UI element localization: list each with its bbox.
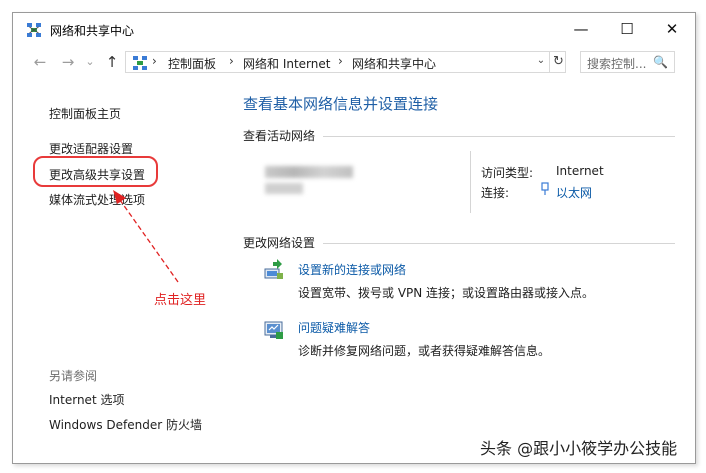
access-type-value: Internet — [556, 164, 604, 178]
troubleshoot-icon — [264, 321, 283, 339]
annotation-highlight-box — [33, 156, 158, 187]
active-networks-heading: 查看活动网络 — [243, 129, 316, 143]
sidebar-home[interactable]: 控制面板主页 — [49, 105, 121, 122]
breadcrumb-separator[interactable]: › — [229, 54, 234, 68]
change-settings-heading: 更改网络设置 — [243, 236, 316, 250]
page-title: 查看基本网络信息并设置连接 — [243, 95, 439, 113]
breadcrumb-control-panel[interactable]: 控制面板 — [168, 55, 216, 72]
search-icon[interactable]: 🔍 — [653, 55, 668, 69]
window-title: 网络和共享中心 — [50, 24, 135, 38]
sidebar-item-media-streaming[interactable]: 媒体流式处理选项 — [49, 191, 145, 208]
search-placeholder: 搜索控制... — [587, 57, 647, 71]
breadcrumb-sharing-center[interactable]: 网络和共享中心 — [352, 55, 436, 72]
see-also-heading: 另请参阅 — [49, 369, 98, 383]
recent-locations-icon[interactable]: ⌄ — [83, 53, 97, 71]
address-bar-row: ← → ⌄ ↑ › 控制面板 › 网络和 Internet › 网络和共享中心 … — [13, 47, 695, 77]
breadcrumb-separator[interactable]: › — [152, 54, 157, 68]
ethernet-icon — [541, 182, 549, 195]
annotation-text: 点击这里 — [154, 293, 207, 308]
address-dropdown-icon[interactable]: ⌄ — [533, 55, 549, 69]
ethernet-link[interactable]: 以太网 — [556, 184, 592, 201]
redacted-network-name — [265, 166, 353, 178]
forward-arrow-icon[interactable]: → — [57, 53, 79, 71]
troubleshoot-desc: 诊断并修复网络问题，或者获得疑难解答信息。 — [298, 344, 551, 358]
see-also-firewall[interactable]: Windows Defender 防火墙 — [49, 416, 202, 433]
see-also-internet-options[interactable]: Internet 选项 — [49, 391, 124, 408]
divider — [323, 136, 675, 137]
refresh-icon[interactable]: ↻ — [549, 51, 567, 73]
redacted-network-type — [265, 183, 303, 194]
address-field[interactable]: › 控制面板 › 网络和 Internet › 网络和共享中心 — [125, 51, 566, 73]
network-center-icon — [27, 23, 41, 37]
divider — [323, 243, 675, 244]
up-arrow-icon[interactable]: ↑ — [101, 53, 123, 71]
control-panel-icon — [133, 56, 147, 70]
troubleshoot-link[interactable]: 问题疑难解答 — [298, 319, 370, 336]
search-input[interactable]: 搜索控制... 🔍 — [580, 51, 675, 73]
access-type-label: 访问类型: — [481, 166, 534, 180]
watermark: 头条 @跟小小筱学办公技能 — [480, 439, 678, 458]
maximize-button[interactable]: ☐ — [604, 13, 650, 45]
setup-new-connection-desc: 设置宽带、拨号或 VPN 连接；或设置路由器或接入点。 — [298, 286, 595, 300]
sidebar-item-adapter-settings[interactable]: 更改适配器设置 — [49, 140, 133, 157]
window: 网络和共享中心 — ☐ ✕ ← → ⌄ ↑ › 控制面板 › 网络和 Inter… — [12, 12, 696, 464]
connection-label: 连接: — [481, 186, 510, 200]
new-connection-icon — [264, 259, 283, 279]
minimize-button[interactable]: — — [558, 13, 604, 45]
divider — [470, 151, 471, 213]
close-button[interactable]: ✕ — [649, 13, 695, 45]
back-arrow-icon[interactable]: ← — [29, 53, 51, 71]
breadcrumb-network-internet[interactable]: 网络和 Internet — [243, 55, 330, 72]
setup-new-connection-link[interactable]: 设置新的连接或网络 — [298, 261, 406, 278]
breadcrumb-separator[interactable]: › — [338, 54, 343, 68]
title-bar: 网络和共享中心 — ☐ ✕ — [13, 13, 695, 45]
